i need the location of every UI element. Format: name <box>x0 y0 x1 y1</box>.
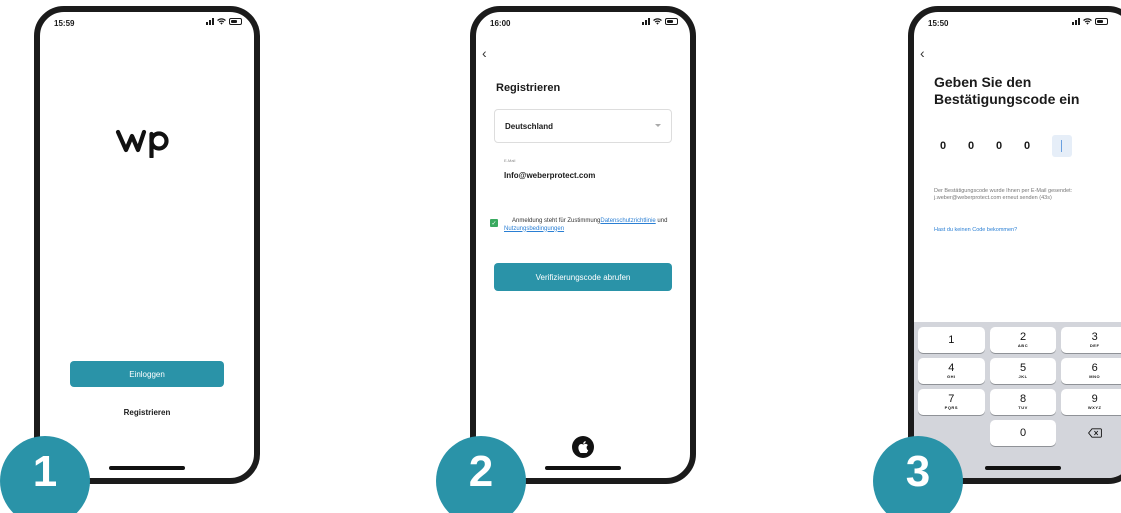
key-7[interactable]: 7 PQRS <box>918 389 985 415</box>
wifi-icon <box>1083 18 1092 25</box>
key-0[interactable]: 0 <box>989 420 1057 446</box>
wifi-icon <box>217 18 226 25</box>
login-button[interactable]: Einloggen <box>70 361 224 387</box>
delete-key[interactable] <box>1061 420 1121 446</box>
key-number: 1 <box>948 333 955 346</box>
key-4[interactable]: 4 GHI <box>918 358 985 384</box>
terms-of-use-link[interactable]: Nutzungsbedingungen <box>504 226 564 232</box>
title-line-1: Geben Sie den <box>934 74 1032 90</box>
key-8[interactable]: 8 TUV <box>989 389 1057 415</box>
status-time: 16:00 <box>490 19 511 28</box>
key-3[interactable]: 3 DEF <box>1061 327 1121 353</box>
key-letters: PQRS <box>944 405 958 410</box>
signal-icon <box>206 18 214 25</box>
status-icons <box>206 18 242 25</box>
status-bar: 15:59 <box>40 12 254 36</box>
key-letters: MNO <box>1089 374 1101 379</box>
key-number: 2 <box>1019 331 1027 343</box>
verification-code-input[interactable]: 0 0 0 0 <box>940 135 1072 157</box>
status-bar: 16:00 <box>476 12 690 36</box>
key-letters: TUV <box>1018 405 1028 410</box>
key-letters: GHI <box>947 374 956 379</box>
key-number: 5 <box>1019 362 1027 374</box>
key-letters: DEF <box>1089 343 1100 348</box>
apple-sign-in-button[interactable] <box>572 436 594 458</box>
chevron-down-icon <box>655 124 661 127</box>
privacy-policy-link[interactable]: Datenschutzrichtlinie <box>600 218 655 224</box>
status-bar: 15:50 <box>914 12 1121 36</box>
register-link[interactable]: Registrieren <box>40 408 254 417</box>
key-6[interactable]: 6 MNO <box>1061 358 1121 384</box>
phone-screen-login: 15:59 Einloggen Registrieren <box>34 6 260 484</box>
code-digit: 0 <box>1024 140 1031 152</box>
key-2[interactable]: 2 ABC <box>989 327 1057 353</box>
home-indicator <box>109 466 185 470</box>
key-5[interactable]: 5 JKL <box>989 358 1057 384</box>
battery-icon <box>1095 18 1108 25</box>
status-icons <box>642 18 678 25</box>
code-digit: 0 <box>940 140 947 152</box>
phone-screen-verification: 15:50 ‹ Geben Sie den Bestätigungscode e… <box>908 6 1121 484</box>
key-number: 8 <box>1019 393 1027 405</box>
country-select[interactable]: Deutschland <box>494 109 672 143</box>
battery-icon <box>665 18 678 25</box>
signal-icon <box>642 18 650 25</box>
status-icons <box>1072 18 1108 25</box>
consent-text: Anmeldung steht für ZustimmungDatenschut… <box>504 218 672 233</box>
consent-prefix: Anmeldung steht für Zustimmung <box>512 218 601 224</box>
code-digit: 0 <box>996 140 1003 152</box>
wifi-icon <box>653 18 662 25</box>
code-digit: 0 <box>968 140 975 152</box>
key-number: 9 <box>1091 393 1098 405</box>
key-letters: WXYZ <box>1087 405 1102 410</box>
code-info-text: Der Bestätigungscode wurde Ihnen per E-M… <box>934 188 1073 201</box>
back-chevron-icon[interactable]: ‹ <box>482 46 487 60</box>
email-label: E-Mail <box>504 158 516 163</box>
no-code-received-link[interactable]: Hast du keinen Code bekommen? <box>934 227 1017 233</box>
home-indicator <box>985 466 1061 470</box>
consent-checkbox[interactable]: ✓ <box>490 219 498 227</box>
home-indicator <box>545 466 621 470</box>
key-1[interactable]: 1 <box>918 327 985 353</box>
key-letters: JKL <box>1018 374 1028 379</box>
backspace-icon <box>1087 428 1102 438</box>
email-field[interactable]: Info@weberprotect.com <box>504 171 595 180</box>
get-verification-code-button[interactable]: Verifizierungscode abrufen <box>494 263 672 291</box>
key-number: 0 <box>1019 426 1027 439</box>
status-time: 15:50 <box>928 19 949 28</box>
key-number: 6 <box>1091 362 1098 374</box>
key-letters: ABC <box>1017 343 1029 348</box>
country-value: Deutschland <box>505 121 554 131</box>
key-number: 4 <box>948 362 955 374</box>
wp-logo <box>40 124 254 163</box>
page-title: Registrieren <box>496 82 561 94</box>
page-title: Geben Sie den Bestätigungscode ein <box>934 74 1079 108</box>
status-time: 15:59 <box>54 19 75 28</box>
phone-screen-register: 16:00 ‹ Registrieren Deutschland E-Mail … <box>470 6 696 484</box>
apple-icon <box>577 441 588 453</box>
code-digit-active[interactable] <box>1052 135 1072 157</box>
key-9[interactable]: 9 WXYZ <box>1061 389 1121 415</box>
signal-icon <box>1072 18 1080 25</box>
title-line-2: Bestätigungscode ein <box>934 91 1080 107</box>
key-number: 3 <box>1091 331 1098 343</box>
battery-icon <box>229 18 242 25</box>
consent-and: und <box>655 218 668 224</box>
key-number: 7 <box>948 393 955 405</box>
back-chevron-icon[interactable]: ‹ <box>920 46 925 60</box>
